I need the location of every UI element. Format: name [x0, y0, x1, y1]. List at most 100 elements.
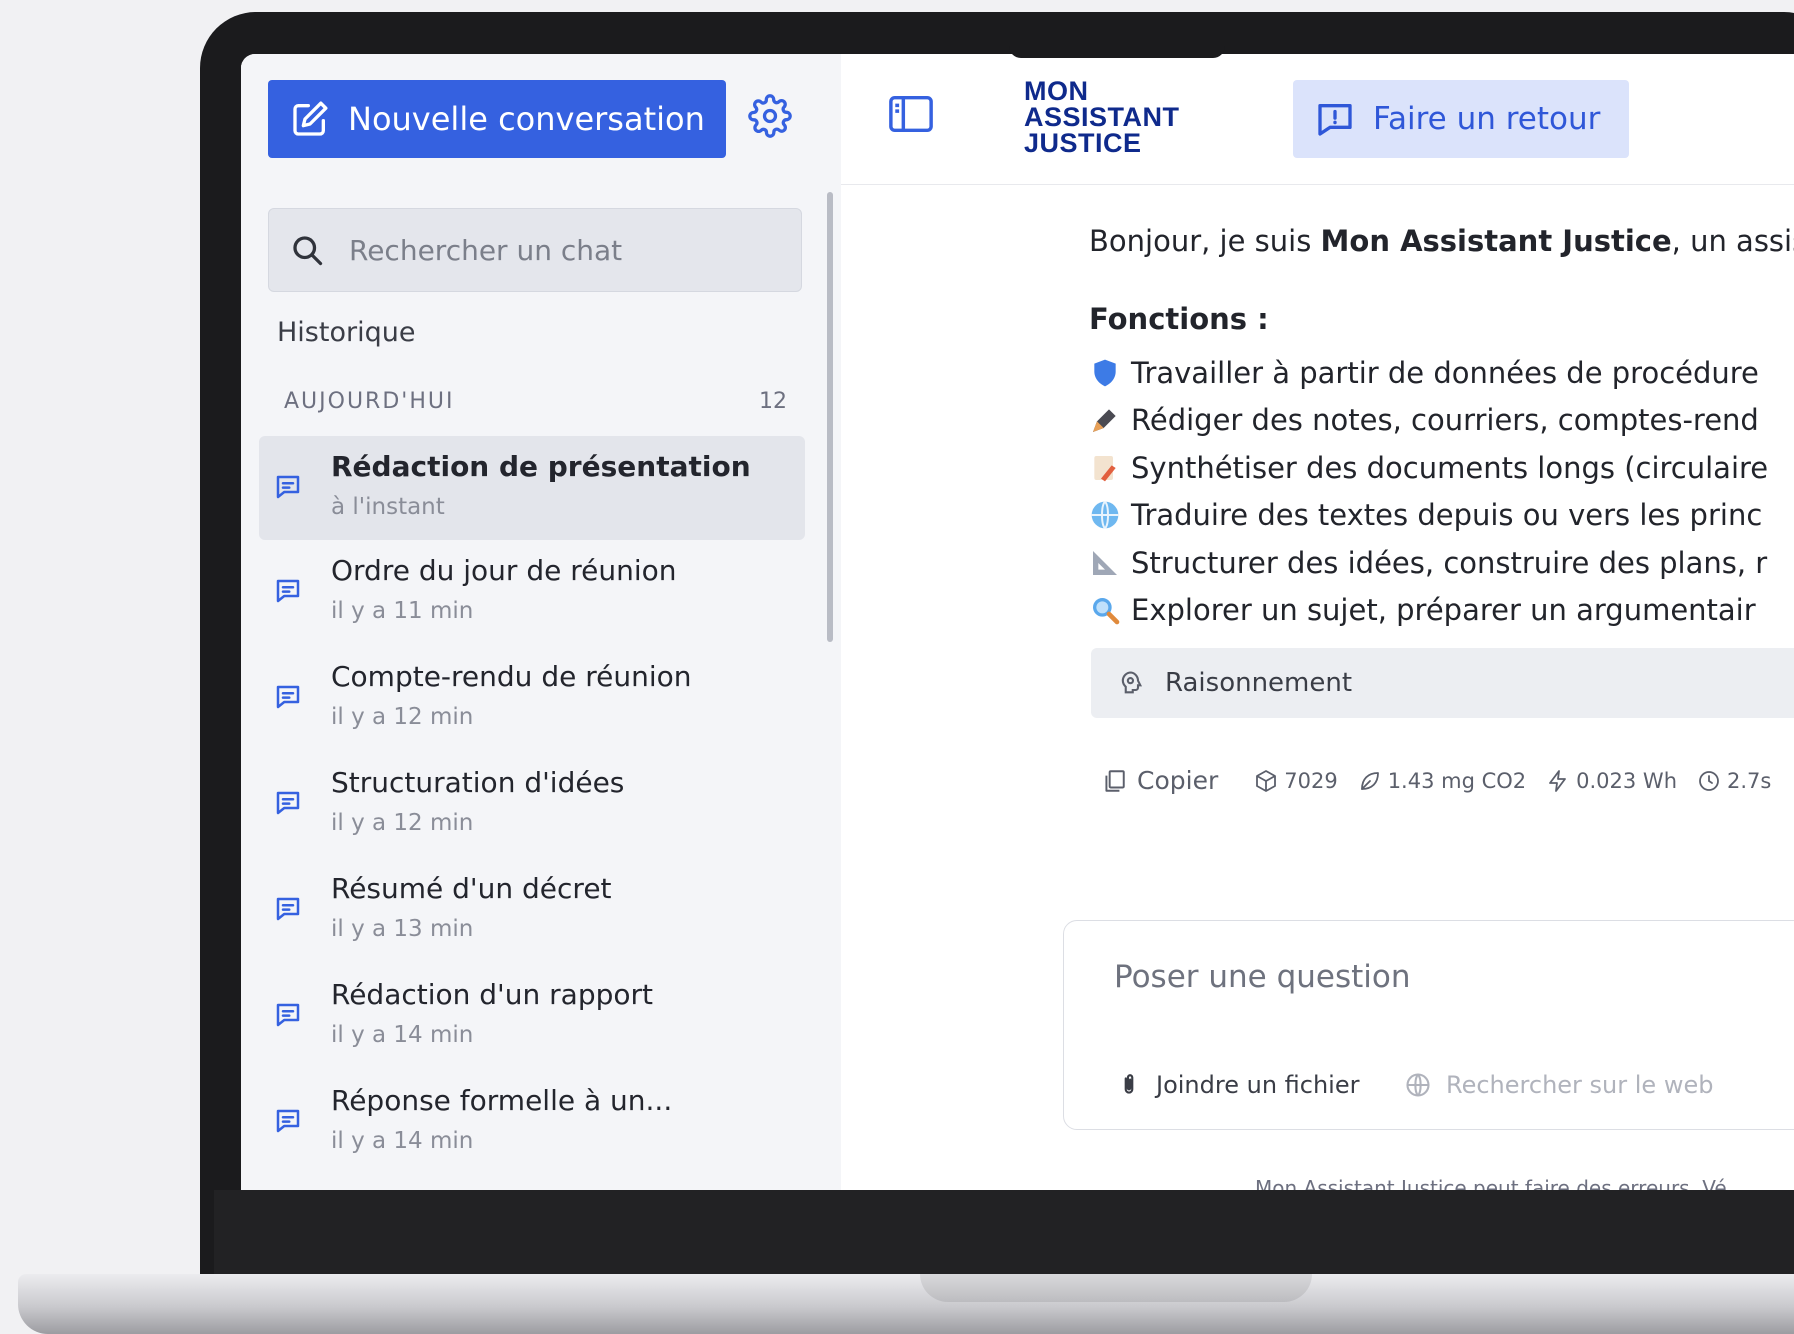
leaf-icon [1360, 771, 1379, 790]
chat-history-item[interactable]: Résumé d'un décret il y a 13 min [259, 858, 805, 964]
function-item: Travailler à partir de données de procéd… [1089, 349, 1768, 397]
paperclip-icon [1124, 1074, 1134, 1094]
logo-line-3: JUSTICE [1024, 128, 1142, 158]
edit-square-icon [293, 101, 328, 136]
function-item: Synthétiser des documents longs (circula… [1089, 444, 1768, 492]
chat-history-title: Structuration d'idées [331, 766, 625, 799]
copy-label: Copier [1137, 766, 1219, 795]
brain-icon [1121, 671, 1143, 694]
memo-icon [1094, 455, 1116, 482]
assistant-greeting: Bonjour, je suis Mon Assistant Justice, … [1089, 224, 1794, 258]
chat-history-title: Rédaction de présentation [331, 450, 751, 483]
sidebar-scrollbar[interactable] [827, 192, 833, 642]
disclaimer-text: Mon Assistant Justice peut faire des err… [1255, 1176, 1727, 1190]
energy-value: 0.023 Wh [1576, 768, 1678, 793]
laptop-notch [920, 1274, 1312, 1302]
function-item: Structurer des idées, construire des pla… [1089, 539, 1768, 587]
sidebar-panel-icon [889, 95, 933, 133]
reasoning-label: Raisonnement [1165, 668, 1353, 698]
pen-icon [1093, 409, 1116, 433]
web-search-button[interactable]: Rechercher sur le web [1404, 1071, 1713, 1099]
feedback-alert-icon [1318, 104, 1352, 136]
copy-button[interactable]: Copier [1101, 766, 1218, 795]
app-logo: MON ASSISTANT JUSTICE [1024, 76, 1180, 158]
energy-estimate: 0.023 Wh [1546, 769, 1677, 793]
globe-outline-icon [1406, 1073, 1430, 1097]
main-panel: MON ASSISTANT JUSTICE Faire un retour Bo… [841, 54, 1794, 1190]
chat-history-title: Ordre du jour de réunion [331, 554, 677, 587]
message-composer: Joindre un fichier Rechercher sur le web [1063, 920, 1794, 1130]
function-text: Rédiger des notes, courriers, comptes-re… [1131, 403, 1759, 438]
chat-history-time: il y a 11 min [331, 598, 474, 624]
function-item: Rédiger des notes, courriers, comptes-re… [1089, 397, 1768, 445]
magnifier-icon [1093, 598, 1120, 625]
chat-history-time: à l'instant [331, 494, 445, 520]
shield-icon [1094, 359, 1116, 387]
feedback-label: Faire un retour [1373, 101, 1601, 137]
settings-button[interactable] [748, 94, 798, 144]
chat-history-time: il y a 14 min [331, 1128, 474, 1154]
token-count: 7029 [1254, 768, 1338, 793]
laptop-base [18, 1274, 1794, 1334]
chat-history-item[interactable]: Rédaction de présentation à l'instant [259, 436, 805, 540]
function-text: Structurer des idées, construire des pla… [1131, 545, 1768, 580]
copy-icon [1105, 769, 1125, 792]
triangle-ruler-icon [1093, 550, 1117, 575]
camera-notch [1009, 40, 1225, 58]
chat-history-item[interactable]: Réponse formelle à un... il y a 14 min [259, 1070, 805, 1176]
function-text: Synthétiser des documents longs (circula… [1131, 450, 1769, 485]
chat-bubble-icon [276, 791, 300, 815]
co2-value: 1.43 mg CO2 [1387, 768, 1527, 793]
chat-history-item[interactable]: Structuration d'idées il y a 12 min [259, 752, 805, 858]
function-item: Explorer un sujet, préparer un argumenta… [1089, 587, 1768, 635]
search-chat-field[interactable] [268, 208, 802, 292]
logo-line-1: MON [1024, 76, 1089, 106]
chat-bubble-icon [276, 579, 300, 603]
history-heading: Historique [277, 317, 416, 348]
new-conversation-button[interactable]: Nouvelle conversation [268, 80, 726, 158]
chat-history-title: Résumé d'un décret [331, 872, 612, 905]
chat-bubble-icon [276, 685, 300, 709]
new-conversation-label: Nouvelle conversation [348, 100, 705, 138]
search-icon [293, 236, 323, 266]
chat-history-list: Rédaction de présentation à l'instant Or… [259, 436, 805, 1176]
greeting-prefix: Bonjour, je suis [1089, 224, 1321, 258]
chat-bubble-icon [276, 475, 300, 499]
reasoning-toggle[interactable]: Raisonnement [1091, 648, 1794, 718]
functions-heading: Fonctions : [1089, 302, 1269, 336]
clock-icon [1699, 770, 1719, 791]
functions-list: Travailler à partir de données de procéd… [1089, 349, 1768, 634]
chat-bubble-icon [276, 897, 300, 921]
top-bar: MON ASSISTANT JUSTICE Faire un retour [841, 54, 1794, 185]
attach-file-button[interactable]: Joindre un fichier [1116, 1071, 1359, 1099]
chat-history-item[interactable]: Compte-rendu de réunion il y a 12 min [259, 646, 805, 752]
function-text: Explorer un sujet, préparer un argumenta… [1131, 593, 1756, 628]
question-input[interactable] [1112, 957, 1794, 1021]
toggle-sidebar-button[interactable] [888, 94, 934, 138]
globe-icon [1091, 501, 1119, 530]
web-search-label: Rechercher sur le web [1446, 1071, 1714, 1099]
section-today-label: AUJOURD'HUI [284, 389, 455, 414]
chat-history-item[interactable]: Rédaction d'un rapport il y a 14 min [259, 964, 805, 1070]
chat-history-item[interactable]: Ordre du jour de réunion il y a 11 min [259, 540, 805, 646]
greeting-assistant-name: Mon Assistant Justice [1320, 224, 1672, 258]
attach-file-label: Joindre un fichier [1156, 1071, 1360, 1099]
logo-line-2: ASSISTANT [1024, 102, 1180, 132]
chat-history-title: Compte-rendu de réunion [331, 660, 692, 693]
feedback-button[interactable]: Faire un retour [1293, 80, 1629, 158]
section-today-count: 12 [759, 389, 787, 414]
search-chat-input[interactable] [347, 232, 791, 268]
token-count-value: 7029 [1284, 768, 1338, 793]
gear-icon [748, 94, 792, 138]
chat-history-title: Réponse formelle à un... [331, 1084, 673, 1117]
chat-history-time: il y a 12 min [331, 810, 474, 836]
function-text: Traduire des textes depuis ou vers les p… [1131, 498, 1763, 533]
duration-value: 2.7s [1727, 768, 1772, 793]
chat-bubble-icon [276, 1109, 300, 1133]
chat-history-title: Rédaction d'un rapport [331, 978, 653, 1011]
chat-bubble-icon [276, 1003, 300, 1027]
function-item: Traduire des textes depuis ou vers les p… [1089, 492, 1768, 540]
app-window: Nouvelle conversation Historique AUJOURD… [241, 54, 1794, 1190]
chat-history-time: il y a 14 min [331, 1022, 474, 1048]
greeting-suffix: , un assist [1671, 224, 1794, 258]
